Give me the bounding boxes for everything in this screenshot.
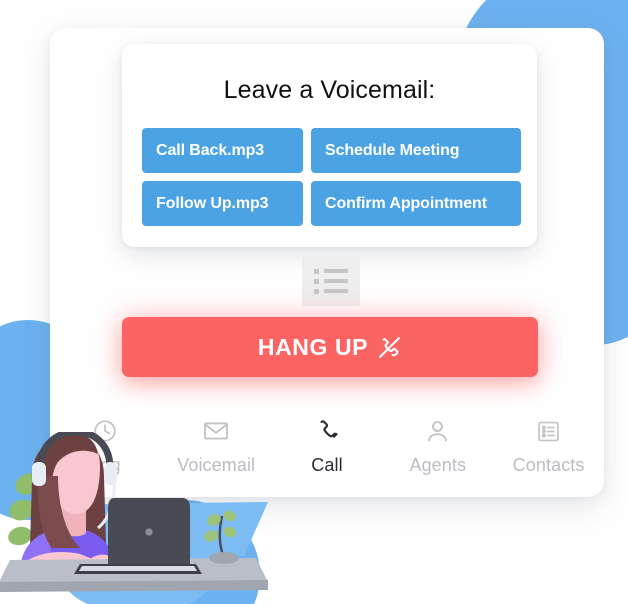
- nav-item-contacts[interactable]: Contacts: [493, 416, 604, 476]
- nav-item-call[interactable]: Call: [272, 416, 383, 476]
- voicemail-option-confirm-appointment[interactable]: Confirm Appointment: [311, 181, 521, 226]
- nav-item-log[interactable]: Log: [50, 416, 161, 476]
- nav-item-voicemail[interactable]: Voicemail: [161, 416, 272, 476]
- person-icon: [424, 416, 451, 446]
- list-icon: [314, 268, 348, 294]
- voicemail-card: Leave a Voicemail: Call Back.mp3 Schedul…: [122, 44, 537, 247]
- voicemail-title: Leave a Voicemail:: [223, 76, 436, 104]
- voicemail-option-schedule-meeting[interactable]: Schedule Meeting: [311, 128, 521, 173]
- list-tab-handle[interactable]: [302, 256, 360, 306]
- hang-up-button[interactable]: HANG UP: [122, 317, 538, 377]
- list-box-icon: [536, 416, 561, 446]
- voicemail-options-grid: Call Back.mp3 Schedule Meeting Follow Up…: [142, 128, 521, 226]
- clock-icon: [92, 416, 118, 446]
- screen-root: Leave a Voicemail: Call Back.mp3 Schedul…: [0, 0, 628, 604]
- voicemail-option-follow-up[interactable]: Follow Up.mp3: [142, 181, 303, 226]
- phone-off-icon: [377, 335, 402, 360]
- nav-label-voicemail: Voicemail: [177, 455, 256, 475]
- nav-label-agents: Agents: [409, 455, 467, 475]
- phone-icon: [313, 416, 340, 446]
- hang-up-label: HANG UP: [257, 333, 369, 360]
- envelope-icon: [202, 416, 230, 446]
- decorative-blue-circle-bottom: [110, 500, 260, 604]
- nav-label-contacts: Contacts: [512, 455, 585, 475]
- nav-label-call: Call: [311, 455, 343, 475]
- bottom-navigation: Log Voicemail Call Agents Contacts: [50, 404, 604, 497]
- voicemail-option-call-back[interactable]: Call Back.mp3: [142, 128, 303, 173]
- nav-label-log: Log: [90, 455, 121, 475]
- nav-item-agents[interactable]: Agents: [382, 416, 493, 476]
